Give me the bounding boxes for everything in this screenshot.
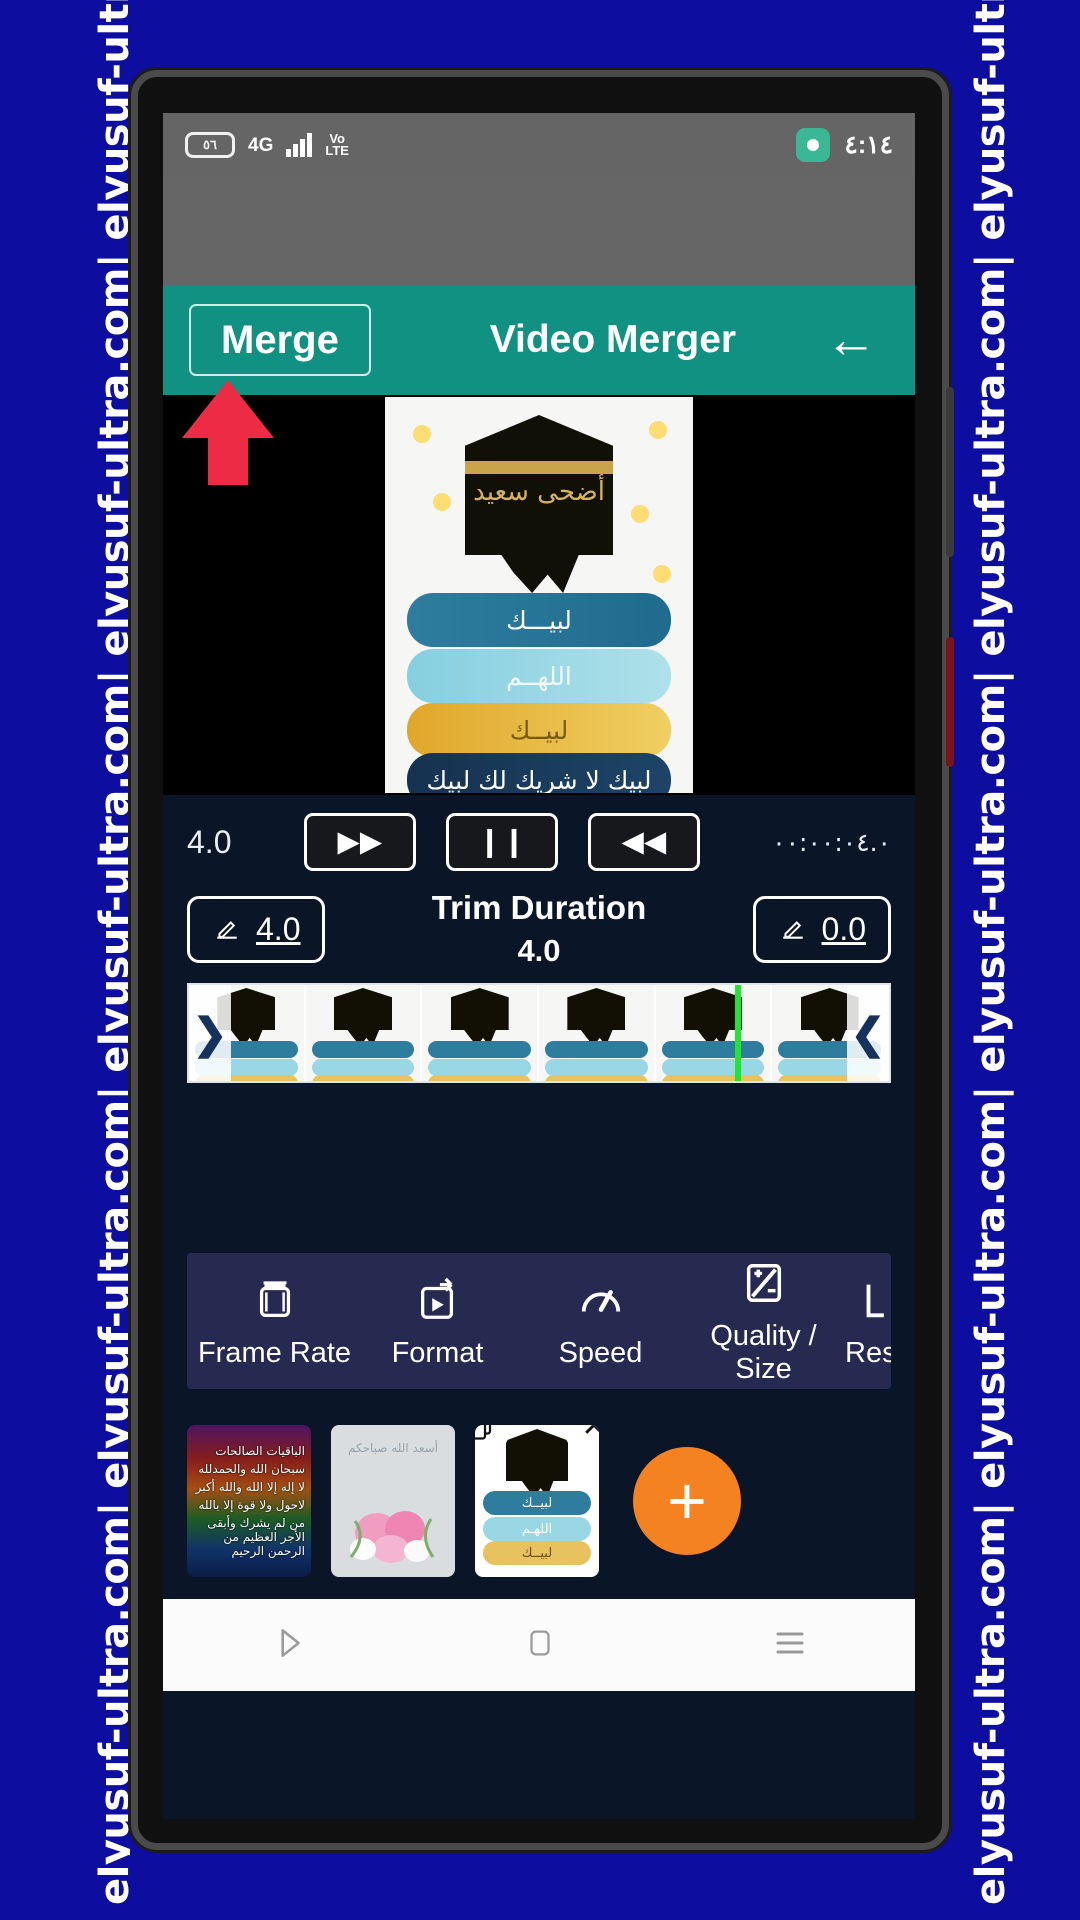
battery-level-label: ٥٦ — [203, 137, 217, 152]
filmstrip-frame[interactable] — [305, 985, 423, 1081]
network-type-label: 4G — [248, 134, 274, 156]
nav-recents-lines-icon[interactable] — [772, 1628, 808, 1663]
filmstrip-frame[interactable] — [539, 985, 656, 1081]
battery-icon: ٥٦ — [185, 132, 235, 158]
watermark-text: elyusuf-ultra.com| elyusuf-ultra.com| el… — [92, 0, 130, 1905]
add-clip-fab[interactable]: + — [633, 1447, 741, 1555]
watermark-strip-left: elyusuf-ultra.com| elyusuf-ultra.com| el… — [0, 0, 130, 1920]
trim-start-value: 4.0 — [256, 910, 301, 947]
remove-clip-button[interactable]: ✕ — [563, 1425, 599, 1457]
clip-text-line-3: لبيــك — [483, 1541, 591, 1565]
trim-duration-block: Trim Duration 4.0 — [432, 889, 647, 969]
duplicate-clip-button[interactable] — [475, 1425, 511, 1457]
pause-button[interactable]: ❙❙ — [445, 813, 558, 871]
clip-text-line: سبحان الله والحمدلله — [198, 1462, 305, 1476]
option-label: Speed — [558, 1336, 643, 1369]
option-label: Quality / Size — [710, 1320, 817, 1385]
recording-indicator-icon — [796, 128, 831, 162]
plus-minus-icon — [682, 1256, 845, 1310]
format-export-icon — [356, 1273, 519, 1327]
trim-start-edit-button[interactable]: 4.0 — [187, 895, 326, 963]
playback-controls: 4.0 ▶▶ ❙❙ ◀◀ ٠٠:٠٠:٠٤.٠ — [163, 795, 915, 881]
merge-button[interactable]: Merge — [189, 304, 371, 376]
video-preview[interactable]: أضحى سعيد لبيـــك اللهــم لبيــك لبيك لا… — [163, 395, 915, 795]
transport-buttons: ▶▶ ❙❙ ◀◀ — [303, 813, 700, 871]
playback-timestamp: ٠٠:٠٠:٠٤.٠ — [772, 827, 891, 857]
trim-handle-right[interactable]: ❮ — [847, 985, 889, 1081]
option-label: Frame Rate — [197, 1336, 352, 1369]
list-item[interactable]: أسعد الله صباحكم — [331, 1425, 455, 1577]
option-label: Reso — [845, 1336, 891, 1369]
kaaba-thumb-icon — [506, 1429, 568, 1481]
trim-duration-value: 4.0 — [517, 933, 561, 968]
nav-home-square-icon[interactable] — [523, 1626, 557, 1665]
playhead-indicator[interactable] — [735, 985, 741, 1081]
android-nav-bar — [163, 1599, 915, 1691]
clip-text-lines: الباقيات الصالحات سبحان الله والحمدلله لا … — [187, 1425, 311, 1577]
option-label: Format — [391, 1336, 484, 1369]
fast-forward-button[interactable]: ▶▶ — [303, 813, 416, 871]
pencil-icon — [782, 921, 803, 939]
back-arrow-icon[interactable]: ← — [825, 314, 889, 366]
trim-end-value: 0.0 — [821, 910, 866, 947]
app-toolbar: Merge Video Merger ← — [163, 285, 915, 395]
clip-text-line: الباقيات الصالحات — [215, 1444, 305, 1458]
filmstrip-frame[interactable] — [655, 985, 773, 1081]
trim-handle-left[interactable]: ❯ — [189, 985, 231, 1081]
duplicate-icon — [475, 1425, 492, 1440]
option-quality-size[interactable]: Quality / Size — [682, 1256, 845, 1386]
nav-back-triangle-icon[interactable] — [270, 1624, 308, 1667]
roses-graphic — [349, 1511, 435, 1563]
kaaba-skirt-graphic — [496, 547, 582, 593]
status-bar-right: ٤:١٤ — [796, 128, 893, 162]
clip-header-text: أسعد الله صباحكم — [348, 1441, 438, 1455]
resolution-icon — [845, 1273, 891, 1327]
clip-text-line-1: لبيــك — [483, 1491, 591, 1515]
preview-text-line-4: لبيك لا شريك لك لبيك — [407, 753, 671, 793]
content-spacer — [163, 1083, 915, 1253]
speed-value-label: 4.0 — [187, 823, 232, 860]
filmstrip-wrapper: ❯ ❮ — [163, 983, 915, 1083]
option-speed[interactable]: Speed — [519, 1273, 682, 1370]
kaaba-graphic: أضحى سعيد — [465, 415, 613, 555]
clip-text-line: من لم يشرك وأبقى الأجر العظيم من الرحمن … — [207, 1516, 305, 1558]
options-toolbar[interactable]: Frame Rate Format Speed Quality / Size Reso — [187, 1253, 891, 1389]
clip-text-line-2: اللهـم — [483, 1517, 591, 1541]
status-bar-clock: ٤:١٤ — [844, 131, 893, 159]
page-title: Video Merger — [489, 318, 737, 361]
clip-text-line: لاحول ولا قوة إلا بالله — [198, 1498, 305, 1512]
trim-end-edit-button[interactable]: 0.0 — [752, 895, 891, 963]
list-item[interactable]: الباقيات الصالحات سبحان الله والحمدلله لا … — [187, 1425, 311, 1577]
preview-text-line-1: لبيـــك — [407, 593, 671, 647]
filmstrip-frame[interactable] — [422, 985, 540, 1081]
screenshot-root: elyusuf-ultra.com| elyusuf-ultra.com| el… — [0, 0, 1080, 1920]
signal-bars-icon — [286, 133, 313, 157]
status-bar-left: ٥٦ 4G Vo LTE — [185, 130, 349, 158]
option-format[interactable]: Format — [356, 1273, 519, 1370]
speedometer-icon — [519, 1273, 682, 1327]
status-bar-filler — [163, 177, 915, 285]
rewind-button[interactable]: ◀◀ — [587, 813, 700, 871]
clips-row: الباقيات الصالحات سبحان الله والحمدلله لا … — [163, 1389, 915, 1599]
option-reso[interactable]: Reso — [845, 1273, 891, 1370]
pencil-icon — [217, 921, 237, 939]
filmstrip-timeline[interactable]: ❯ ❮ — [187, 983, 891, 1083]
preview-text-line-3: لبيــك — [407, 703, 671, 757]
phone-screen: ٥٦ 4G Vo LTE ٤:١٤ Merge Video Merger ← أ… — [163, 113, 915, 1819]
status-bar: ٥٦ 4G Vo LTE ٤:١٤ — [163, 113, 915, 177]
volte-icon: Vo LTE — [325, 130, 349, 158]
trim-duration-label: Trim Duration — [431, 889, 647, 926]
list-item-selected[interactable]: لبيــك اللهـم لبيــك ✕ — [475, 1425, 599, 1577]
watermark-strip-right: elyusuf-ultra.com| elyusuf-ultra.com| el… — [950, 0, 1080, 1920]
preview-frame-image: أضحى سعيد لبيـــك اللهــم لبيــك لبيك لا… — [385, 397, 693, 793]
film-reel-icon — [193, 1273, 356, 1327]
clip-text-line: لا إله إلا الله والله أكبر — [195, 1480, 305, 1494]
watermark-text: elyusuf-ultra.com| elyusuf-ultra.com| el… — [968, 0, 1014, 1905]
trim-row: 4.0 Trim Duration 4.0 0.0 — [163, 881, 915, 983]
phone-device-frame: ٥٦ 4G Vo LTE ٤:١٤ Merge Video Merger ← أ… — [131, 70, 954, 1850]
preview-text-line-2: اللهــم — [407, 649, 671, 703]
option-frame-rate[interactable]: Frame Rate — [193, 1273, 356, 1370]
